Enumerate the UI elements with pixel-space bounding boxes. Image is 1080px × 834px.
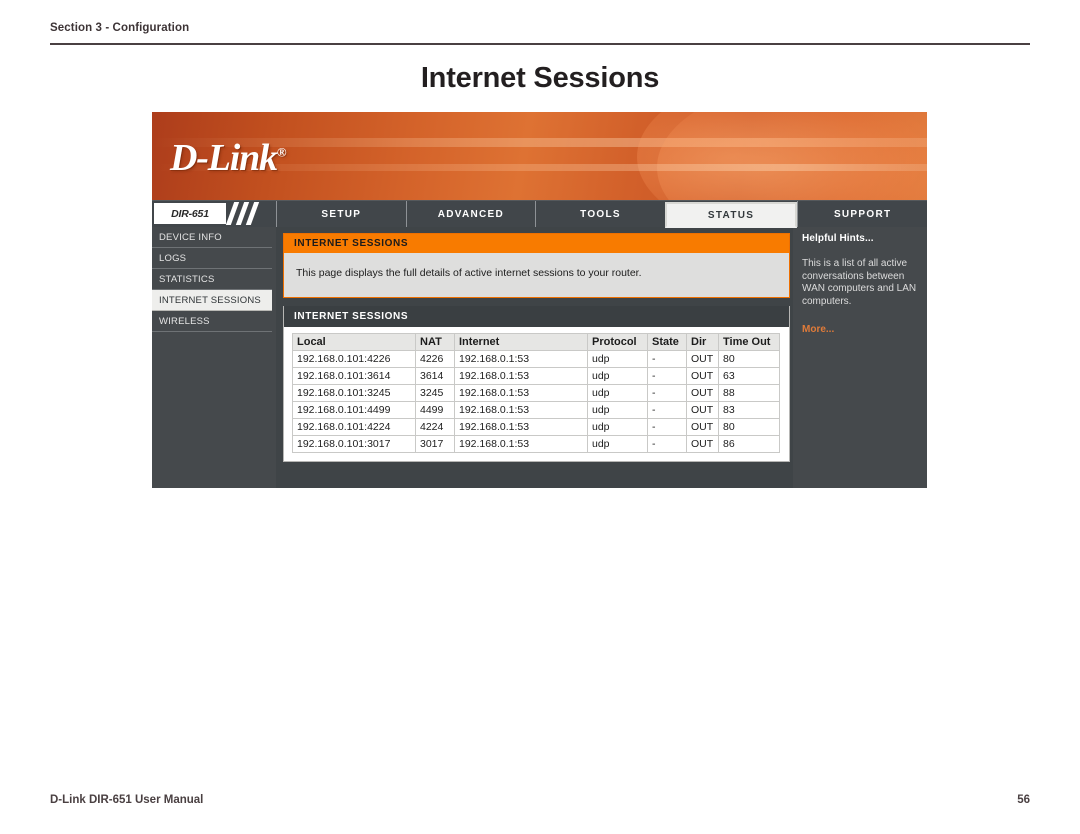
dlink-logo-text: D-Link <box>170 137 278 179</box>
cell-nat: 4226 <box>415 350 455 368</box>
cell-dir: OUT <box>686 384 719 402</box>
model-badge-cell: DIR-651 <box>152 201 276 227</box>
cell-time-out: 63 <box>718 367 780 385</box>
main-navigation: DIR-651 SETUP ADVANCED TOOLS STATUS SUPP… <box>152 200 927 228</box>
cell-nat: 3245 <box>415 384 455 402</box>
sidebar-item-logs[interactable]: LOGS <box>152 248 272 269</box>
cell-nat: 4224 <box>415 418 455 436</box>
tab-advanced[interactable]: ADVANCED <box>405 201 536 227</box>
helpful-hints-more-link[interactable]: More... <box>802 324 918 335</box>
column-header-state: State <box>647 333 687 351</box>
sessions-table: Local NAT Internet Protocol State Dir Ti… <box>292 333 780 453</box>
cell-protocol: udp <box>587 350 648 368</box>
info-panel-description: This page displays the full details of a… <box>296 267 642 279</box>
cell-local: 192.168.0.101:4499 <box>292 401 416 419</box>
cell-internet: 192.168.0.1:53 <box>454 401 588 419</box>
column-header-protocol: Protocol <box>587 333 648 351</box>
banner-glow-bottom-icon <box>657 112 927 200</box>
cell-state: - <box>647 418 687 436</box>
cell-nat: 4499 <box>415 401 455 419</box>
cell-time-out: 86 <box>718 435 780 453</box>
cell-time-out: 80 <box>718 350 780 368</box>
footer-page-number: 56 <box>1017 794 1030 806</box>
cell-local: 192.168.0.101:3245 <box>292 384 416 402</box>
cell-internet: 192.168.0.1:53 <box>454 384 588 402</box>
sidebar-item-statistics[interactable]: STATISTICS <box>152 269 272 290</box>
info-panel-title: INTERNET SESSIONS <box>284 234 789 253</box>
dlink-logo: D-Link® <box>170 136 287 180</box>
cell-local: 192.168.0.101:4226 <box>292 350 416 368</box>
cell-protocol: udp <box>587 367 648 385</box>
page-title: Internet Sessions <box>420 62 660 94</box>
cell-local: 192.168.0.101:4224 <box>292 418 416 436</box>
cell-time-out: 80 <box>718 418 780 436</box>
brand-banner: D-Link® <box>152 112 927 200</box>
table-row: 192.168.0.101:4499 4499 192.168.0.1:53 u… <box>292 401 780 419</box>
cell-dir: OUT <box>686 401 719 419</box>
cell-time-out: 88 <box>718 384 780 402</box>
sidebar-item-internet-sessions[interactable]: INTERNET SESSIONS <box>152 290 272 311</box>
sessions-panel: INTERNET SESSIONS Local NAT Internet Pro… <box>283 306 790 462</box>
column-header-dir: Dir <box>686 333 719 351</box>
section-label: Section 3 - Configuration <box>50 22 190 34</box>
cell-state: - <box>647 350 687 368</box>
cell-protocol: udp <box>587 384 648 402</box>
column-header-local: Local <box>292 333 416 351</box>
sessions-panel-title: INTERNET SESSIONS <box>284 306 789 327</box>
cell-internet: 192.168.0.1:53 <box>454 350 588 368</box>
cell-state: - <box>647 367 687 385</box>
column-header-internet: Internet <box>454 333 588 351</box>
cell-dir: OUT <box>686 367 719 385</box>
cell-protocol: udp <box>587 418 648 436</box>
table-row: 192.168.0.101:3614 3614 192.168.0.1:53 u… <box>292 367 780 385</box>
cell-dir: OUT <box>686 418 719 436</box>
table-header-row: Local NAT Internet Protocol State Dir Ti… <box>292 333 780 351</box>
router-admin-ui: D-Link® DIR-651 SETUP ADVANCED TOOLS STA… <box>152 112 927 488</box>
sidebar-item-wireless[interactable]: WIRELESS <box>152 311 272 332</box>
column-header-time-out: Time Out <box>718 333 780 351</box>
tab-status[interactable]: STATUS <box>664 202 798 228</box>
info-panel: INTERNET SESSIONS This page displays the… <box>283 233 790 298</box>
tab-support[interactable]: SUPPORT <box>797 201 927 227</box>
ui-body: DEVICE INFO LOGS STATISTICS INTERNET SES… <box>152 227 927 488</box>
helpful-hints-panel: Helpful Hints... This is a list of all a… <box>793 227 927 488</box>
cell-protocol: udp <box>587 435 648 453</box>
table-row: 192.168.0.101:3245 3245 192.168.0.1:53 u… <box>292 384 780 402</box>
cell-state: - <box>647 401 687 419</box>
table-row: 192.168.0.101:4224 4224 192.168.0.1:53 u… <box>292 418 780 436</box>
tab-tools[interactable]: TOOLS <box>535 201 665 227</box>
cell-internet: 192.168.0.1:53 <box>454 367 588 385</box>
sidebar: DEVICE INFO LOGS STATISTICS INTERNET SES… <box>152 227 276 488</box>
column-header-nat: NAT <box>415 333 455 351</box>
registered-trademark-icon: ® <box>276 144 287 160</box>
sessions-panel-body: Local NAT Internet Protocol State Dir Ti… <box>284 327 789 461</box>
cell-dir: OUT <box>686 435 719 453</box>
helpful-hints-title: Helpful Hints... <box>802 233 874 244</box>
content-area: INTERNET SESSIONS This page displays the… <box>276 227 793 488</box>
cell-state: - <box>647 384 687 402</box>
cell-nat: 3017 <box>415 435 455 453</box>
cell-time-out: 83 <box>718 401 780 419</box>
cell-internet: 192.168.0.1:53 <box>454 418 588 436</box>
cell-dir: OUT <box>686 350 719 368</box>
cell-protocol: udp <box>587 401 648 419</box>
tab-setup[interactable]: SETUP <box>276 201 406 227</box>
cell-internet: 192.168.0.1:53 <box>454 435 588 453</box>
cell-nat: 3614 <box>415 367 455 385</box>
table-row: 192.168.0.101:3017 3017 192.168.0.1:53 u… <box>292 435 780 453</box>
footer-divider <box>50 789 1030 790</box>
model-badge: DIR-651 <box>154 203 226 224</box>
cell-local: 192.168.0.101:3017 <box>292 435 416 453</box>
cell-state: - <box>647 435 687 453</box>
manual-section-header: Section 3 - Configuration <box>50 22 1030 34</box>
table-row: 192.168.0.101:4226 4226 192.168.0.1:53 u… <box>292 350 780 368</box>
header-divider <box>50 43 1030 45</box>
cell-local: 192.168.0.101:3614 <box>292 367 416 385</box>
helpful-hints-body: This is a list of all active conversatio… <box>802 258 917 307</box>
sidebar-item-device-info[interactable]: DEVICE INFO <box>152 227 272 248</box>
